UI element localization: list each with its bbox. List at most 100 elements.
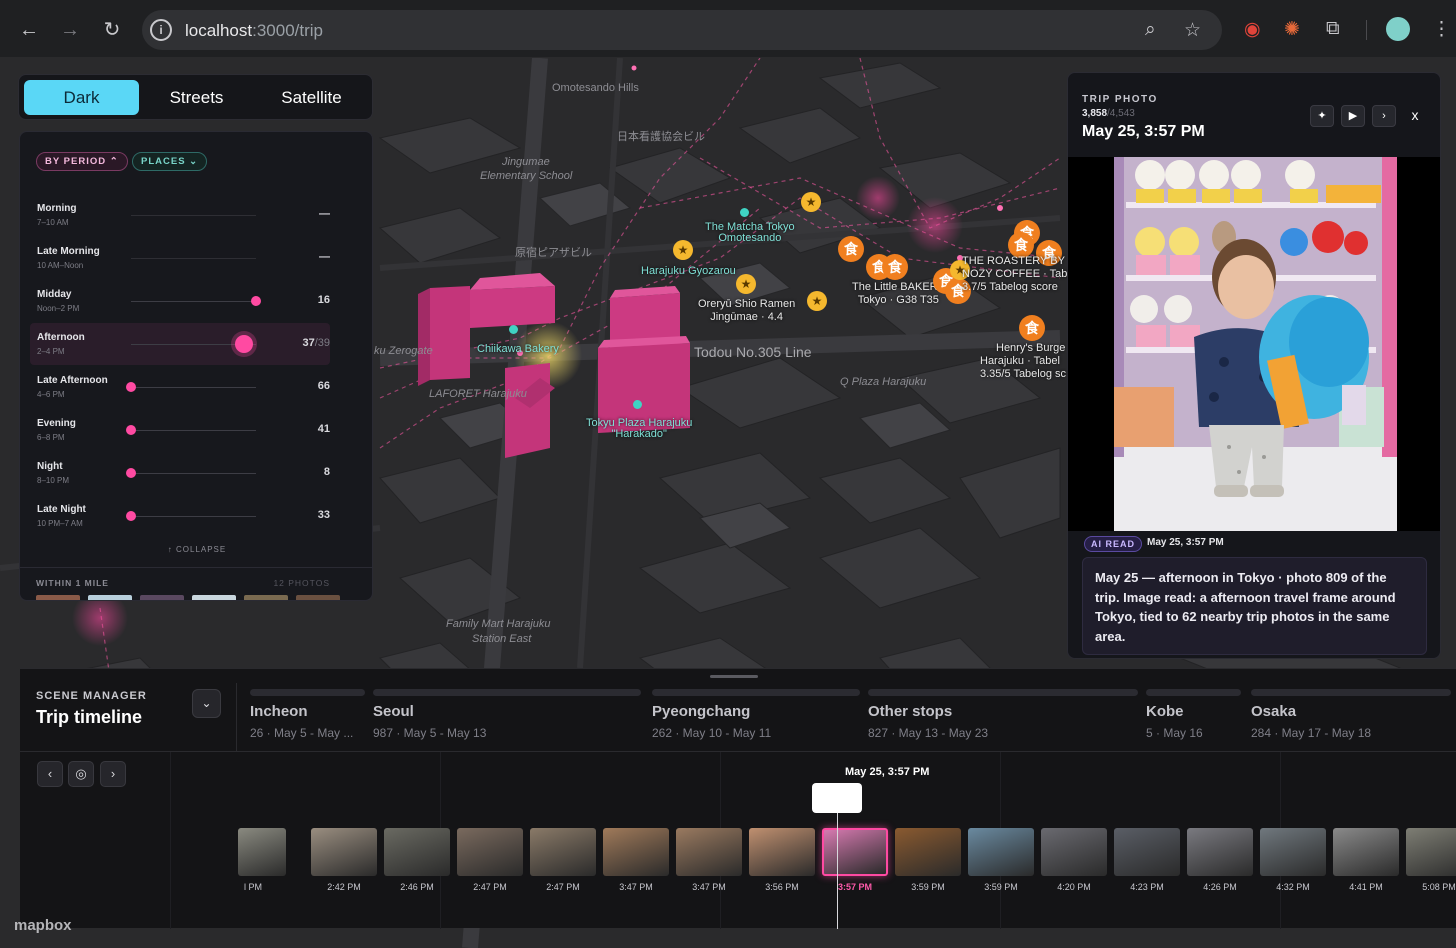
period-slider-knob[interactable]: [126, 468, 136, 478]
next-photo-icon[interactable]: ›: [1372, 105, 1396, 127]
zoom-search-icon[interactable]: ⌕: [1145, 19, 1156, 41]
poi-label-matcha[interactable]: The Matcha Tokyo Omotesando: [705, 222, 795, 244]
url-text[interactable]: localhost:3000/trip: [185, 21, 323, 41]
nearby-thumb[interactable]: [36, 595, 80, 600]
nearby-thumb[interactable]: [244, 595, 288, 600]
timeline-thumbnail[interactable]: [895, 828, 961, 876]
food-marker[interactable]: 食: [838, 236, 864, 262]
next-arrow-icon[interactable]: ›: [100, 761, 126, 787]
address-bar[interactable]: i localhost:3000/trip ⌕ ☆: [142, 10, 1222, 50]
period-row[interactable]: Late Night 10 PM–7 AM 33: [30, 495, 330, 537]
poi-label-roastery[interactable]: THE ROASTERY BY NOZY COFFEE · Tabel 3.7/5 …: [962, 255, 1076, 294]
timeline-thumbnail[interactable]: [968, 828, 1034, 876]
food-marker[interactable]: 食: [882, 254, 908, 280]
style-option-streets[interactable]: Streets: [139, 80, 254, 115]
poi-label-oreryu[interactable]: Oreryū Shio Ramen Jingūmae · 4.4: [698, 298, 795, 324]
poi-dot-tokyu[interactable]: [633, 400, 642, 409]
period-slider-knob[interactable]: [126, 425, 136, 435]
resize-handle[interactable]: [710, 675, 758, 678]
period-name: Night: [37, 461, 63, 472]
timeline-thumbnail[interactable]: [1041, 828, 1107, 876]
period-row[interactable]: Afternoon 2–4 PM 37/39: [30, 323, 330, 365]
locate-target-icon[interactable]: ◎: [68, 761, 94, 787]
timeline-thumbnail[interactable]: [530, 828, 596, 876]
period-slider-track[interactable]: [131, 387, 256, 388]
period-slider-knob[interactable]: [234, 335, 253, 353]
poi-label-little-bakery[interactable]: The Little BAKERY Tokyo · G38 T35: [852, 281, 945, 307]
timeline-cursor-line[interactable]: [837, 813, 838, 929]
nearby-thumb[interactable]: [296, 595, 340, 600]
play-icon[interactable]: ▶: [1341, 105, 1365, 127]
menu-kebab-icon[interactable]: ⋮: [1432, 18, 1451, 41]
timeline-thumbnail[interactable]: [1187, 828, 1253, 876]
poi-label-tokyu[interactable]: Tokyu Plaza Harajuku "Harakado": [586, 418, 692, 440]
profile-avatar[interactable]: [1386, 17, 1410, 41]
by-period-chip[interactable]: BY PERIOD ⌃: [36, 152, 128, 171]
poi-label-henrys[interactable]: Henry's Burge Harajuku · Tabel 3.35/5 Tabe…: [980, 342, 1066, 381]
city-bar[interactable]: [373, 689, 641, 696]
period-row[interactable]: Late Morning 10 AM–Noon —: [30, 237, 330, 279]
timeline-thumbnail[interactable]: [749, 828, 815, 876]
timeline-cursor-handle[interactable]: [812, 783, 862, 813]
period-row[interactable]: Evening 6–8 PM 41: [30, 409, 330, 451]
style-option-dark[interactable]: Dark: [24, 80, 139, 115]
period-slider-knob[interactable]: [126, 511, 136, 521]
city-bar[interactable]: [1251, 689, 1451, 696]
back-icon[interactable]: ←: [15, 16, 43, 44]
mapbox-attribution[interactable]: mapbox: [14, 917, 72, 934]
city-bar[interactable]: [652, 689, 860, 696]
site-info-icon[interactable]: i: [150, 19, 172, 41]
period-slider-knob[interactable]: [251, 296, 261, 306]
places-chip[interactable]: PLACES ⌄: [132, 152, 208, 171]
poi-dot-chiikawa[interactable]: [509, 325, 518, 334]
extension-burst-icon[interactable]: ✺: [1284, 18, 1300, 41]
period-slider-track[interactable]: [131, 301, 256, 302]
bookmark-star-icon[interactable]: ☆: [1184, 19, 1201, 42]
period-row[interactable]: Midday Noon–2 PM 16: [30, 280, 330, 322]
city-bar[interactable]: [1146, 689, 1241, 696]
period-row[interactable]: Morning 7–10 AM —: [30, 194, 330, 236]
timeline-thumbnail[interactable]: [384, 828, 450, 876]
period-slider-knob[interactable]: [126, 382, 136, 392]
period-row[interactable]: Night 8–10 PM 8: [30, 452, 330, 494]
city-bar[interactable]: [250, 689, 365, 696]
sparkle-icon[interactable]: ✦: [1310, 105, 1334, 127]
timeline-thumbnail[interactable]: [457, 828, 523, 876]
timeline-thumbnail[interactable]: [676, 828, 742, 876]
city-bar[interactable]: [868, 689, 1138, 696]
forward-icon[interactable]: →: [56, 16, 84, 44]
extensions-puzzle-icon[interactable]: ⧉: [1326, 18, 1340, 40]
extension-lips-icon[interactable]: ◉: [1244, 18, 1261, 41]
poi-star-oreryu[interactable]: ★: [736, 274, 756, 294]
close-icon[interactable]: x: [1403, 105, 1427, 127]
period-slider-track[interactable]: [131, 430, 256, 431]
timeline-thumbnail[interactable]: [1406, 828, 1456, 876]
timeline-thumbnail[interactable]: [1114, 828, 1180, 876]
timeline-thumbnail[interactable]: [238, 828, 286, 876]
period-slider-track[interactable]: [131, 473, 256, 474]
chevron-down-icon[interactable]: ⌄: [192, 689, 221, 718]
timeline-thumbnail[interactable]: [822, 828, 888, 876]
timeline-thumbnail[interactable]: [1260, 828, 1326, 876]
collapse-button[interactable]: ↑ COLLAPSE: [20, 545, 372, 554]
period-slider-track[interactable]: [131, 516, 256, 517]
trip-photo-image[interactable]: [1114, 157, 1397, 531]
timeline-thumbnail[interactable]: [1333, 828, 1399, 876]
style-option-satellite[interactable]: Satellite: [254, 80, 369, 115]
prev-arrow-icon[interactable]: ‹: [37, 761, 63, 787]
timeline-thumbnail[interactable]: [603, 828, 669, 876]
nearby-thumb[interactable]: [88, 595, 132, 600]
period-filter-panel: BY PERIOD ⌃ PLACES ⌄ Morning 7–10 AM — Late…: [19, 131, 373, 601]
poi-dot-matcha[interactable]: [740, 208, 749, 217]
poi-star-gyozarou[interactable]: ★: [673, 240, 693, 260]
poi-star-marker[interactable]: ★: [801, 192, 821, 212]
nearby-thumb[interactable]: [140, 595, 184, 600]
poi-label-chiikawa[interactable]: Chiikawa Bakery: [477, 343, 559, 355]
timeline-thumbnail[interactable]: [311, 828, 377, 876]
period-row[interactable]: Late Afternoon 4–6 PM 66: [30, 366, 330, 408]
nearby-thumb[interactable]: [192, 595, 236, 600]
reload-icon[interactable]: ↻: [98, 16, 126, 44]
food-marker[interactable]: 食: [1019, 315, 1045, 341]
poi-label-gyozarou[interactable]: Harajuku Gyozarou: [641, 265, 736, 277]
poi-star-marker-2[interactable]: ★: [807, 291, 827, 311]
